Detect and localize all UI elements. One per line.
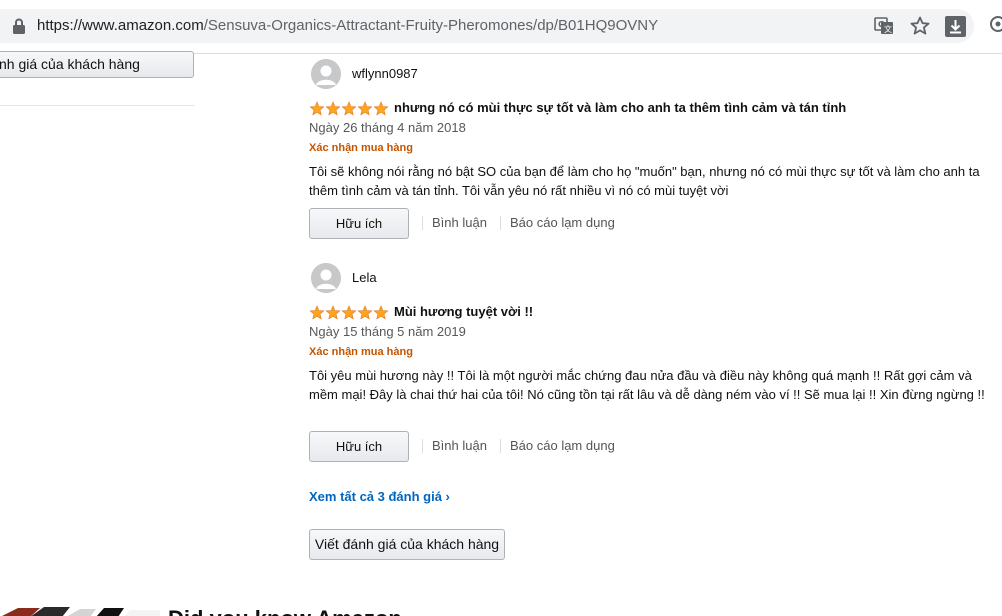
- extension-icon[interactable]: [988, 16, 1002, 36]
- avatar[interactable]: [311, 263, 341, 293]
- review-title[interactable]: nhưng nó có mùi thực sự tốt và làm cho a…: [394, 100, 846, 115]
- report-abuse-link[interactable]: Báo cáo lạm dụng: [510, 215, 615, 230]
- review-actions: Hữu ích Bình luận Báo cáo lạm dụng: [309, 208, 709, 239]
- action-separator: [422, 439, 423, 453]
- report-abuse-link[interactable]: Báo cáo lạm dụng: [510, 438, 615, 453]
- download-icon[interactable]: [945, 16, 966, 37]
- browser-toolbar: https://www.amazon.com/Sensuva-Organics-…: [0, 0, 1002, 54]
- promo-thumbnail[interactable]: [0, 604, 160, 616]
- comment-link[interactable]: Bình luận: [432, 438, 487, 453]
- review-body: Tôi sẽ không nói rằng nó bật SO của bạn …: [309, 164, 980, 198]
- avatar[interactable]: [311, 59, 341, 89]
- see-all-reviews-link[interactable]: Xem tất cả 3 đánh giá ›: [309, 489, 450, 504]
- comment-link[interactable]: Bình luận: [432, 215, 487, 230]
- bookmark-star-icon[interactable]: [910, 16, 930, 36]
- url-path: /Sensuva-Organics-Attractant-Fruity-Pher…: [203, 17, 659, 34]
- review-date: Ngày 15 tháng 5 năm 2019: [309, 324, 466, 339]
- user-avatar-icon: [311, 263, 341, 293]
- star-rating-icon[interactable]: [309, 305, 389, 321]
- verified-purchase-badge[interactable]: Xác nhận mua hàng: [309, 142, 413, 154]
- section-heading: Did you know Amazon: [168, 604, 402, 616]
- url-domain: https://www.amazon.com: [37, 17, 204, 34]
- action-separator: [500, 216, 501, 230]
- action-separator: [500, 439, 501, 453]
- action-separator: [422, 216, 423, 230]
- sidebar-divider: [0, 105, 195, 106]
- write-review-button[interactable]: Viết đánh giá của khách hàng: [309, 529, 505, 560]
- verified-purchase-badge[interactable]: Xác nhận mua hàng: [309, 346, 413, 358]
- review-body: Tôi yêu mùi hương này !! Tôi là một ngườ…: [309, 368, 985, 402]
- reviewer-name[interactable]: Lela: [352, 270, 377, 285]
- lock-icon[interactable]: [12, 18, 26, 34]
- review-actions: Hữu ích Bình luận Báo cáo lạm dụng: [309, 431, 709, 462]
- review-title[interactable]: Mùi hương tuyệt vời !!: [394, 304, 533, 319]
- sidebar-write-review-button[interactable]: nh giá của khách hàng: [0, 51, 194, 78]
- translate-icon[interactable]: G 文: [874, 17, 894, 35]
- url-text[interactable]: https://www.amazon.com/Sensuva-Organics-…: [37, 17, 658, 34]
- reviewer-name[interactable]: wflynn0987: [352, 66, 418, 81]
- helpful-button[interactable]: Hữu ích: [309, 208, 409, 239]
- address-bar[interactable]: https://www.amazon.com/Sensuva-Organics-…: [0, 9, 974, 43]
- svg-text:文: 文: [884, 24, 892, 34]
- user-avatar-icon: [311, 59, 341, 89]
- promo-image: [0, 605, 160, 616]
- star-rating-icon[interactable]: [309, 101, 389, 117]
- helpful-button[interactable]: Hữu ích: [309, 431, 409, 462]
- review-date: Ngày 26 tháng 4 năm 2018: [309, 120, 466, 135]
